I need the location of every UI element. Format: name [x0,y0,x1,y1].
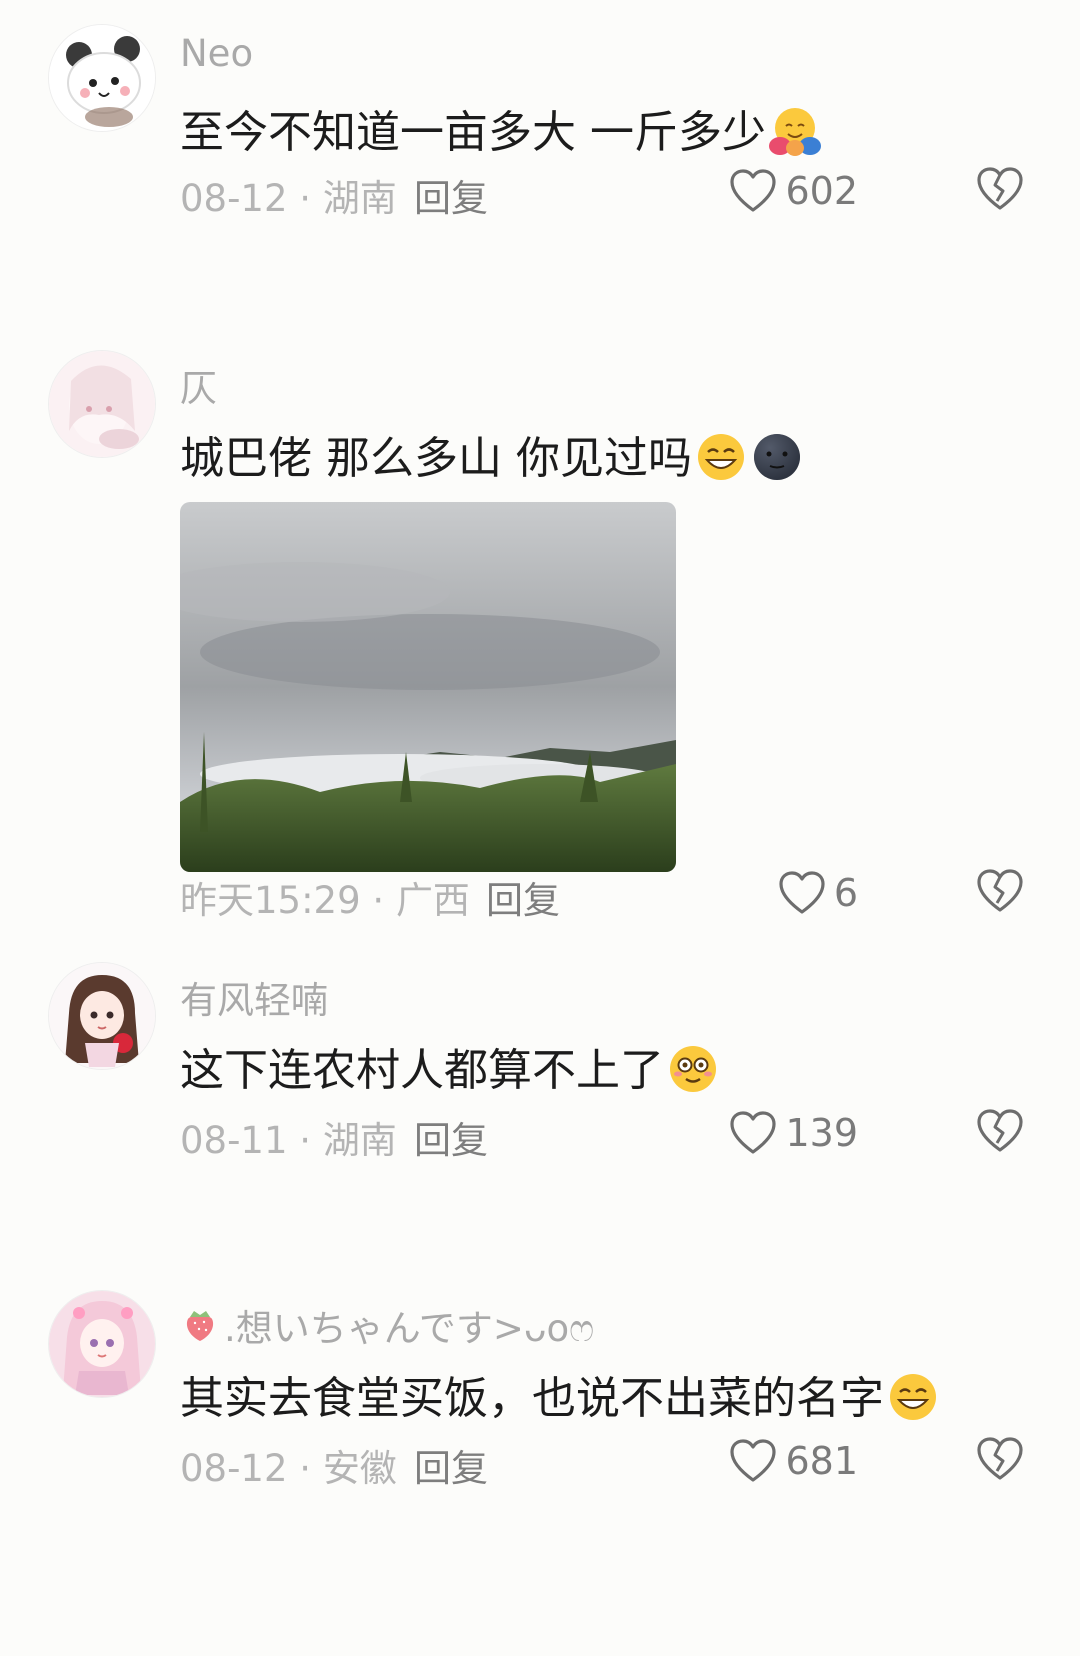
grin-squint-icon [890,1374,936,1420]
like-button[interactable]: 681 [729,1436,858,1486]
broken-heart-icon[interactable] [976,868,1024,914]
username[interactable]: 仄 [180,358,217,412]
comment-location: 湖南 [322,1119,397,1162]
comment-meta: 08-12 · 湖南 [180,168,397,222]
avatar[interactable] [48,962,156,1070]
meta-separator: · [360,879,396,922]
username-text: .想いちゃんです>ᴗoෆ [224,1307,595,1350]
heart-outline-icon [730,1111,777,1154]
comment-location: 安徽 [322,1447,397,1490]
comment-date: 08-11 [180,1119,288,1162]
dizzy-face-icon [670,1046,716,1092]
like-count: 602 [785,169,858,213]
like-count: 6 [833,871,858,915]
username[interactable]: .想いちゃんです>ᴗoෆ [180,1298,594,1352]
comment-date: 08-12 [180,177,288,220]
comment-location: 湖南 [322,177,397,220]
username[interactable]: 有风轻喃 [180,970,328,1024]
hugging-face-icon [769,108,821,156]
broken-heart-icon[interactable] [976,1436,1024,1482]
comment-text-body: 城巴佬 那么多山 你见过吗 [180,433,692,484]
comment-text: 至今不知道一亩多大 一斤多少 [180,96,822,160]
heart-outline-icon [779,871,825,914]
meta-separator: · [287,177,323,220]
dark-moon-face-icon [753,434,800,480]
comment-location: 广西 [395,879,470,922]
broken-heart-icon[interactable] [976,166,1024,212]
comment-meta: 昨天15:29 · 广西 [180,870,470,924]
comment-text-body: 至今不知道一亩多大 一斤多少 [180,107,766,158]
strawberry-icon [186,1311,214,1341]
comment-text: 城巴佬 那么多山 你见过吗 [180,422,804,486]
avatar[interactable] [48,24,156,132]
avatar[interactable] [48,350,156,458]
like-button[interactable]: 602 [729,166,858,216]
comment-text: 这下连农村人都算不上了 [180,1034,720,1098]
heart-outline-icon [730,169,777,212]
comment-text: 其实去食堂买饭，也说不出菜的名字 [180,1362,940,1426]
comment-meta: 08-11 · 湖南 [180,1110,397,1164]
comment-photo[interactable] [180,502,676,872]
like-count: 139 [785,1111,858,1155]
like-button[interactable]: 6 [778,868,858,918]
like-count: 681 [785,1439,858,1483]
grin-squint-icon [697,434,744,480]
comment-text-body: 这下连农村人都算不上了 [180,1045,664,1096]
broken-heart-icon[interactable] [976,1108,1024,1154]
reply-button[interactable]: 回复 [414,1438,488,1492]
meta-separator: · [287,1119,323,1162]
reply-button[interactable]: 回复 [414,1110,488,1164]
comment-text-body: 其实去食堂买饭，也说不出菜的名字 [180,1373,884,1424]
comment-date: 昨天15:29 [180,879,361,922]
like-button[interactable]: 139 [729,1108,858,1158]
reply-button[interactable]: 回复 [414,168,488,222]
comment-meta: 08-12 · 安徽 [180,1438,397,1492]
reply-button[interactable]: 回复 [486,870,560,924]
username[interactable]: Neo [180,32,253,75]
heart-outline-icon [730,1439,777,1482]
comment-date: 08-12 [180,1447,288,1490]
meta-separator: · [287,1447,323,1490]
avatar[interactable] [48,1290,156,1398]
